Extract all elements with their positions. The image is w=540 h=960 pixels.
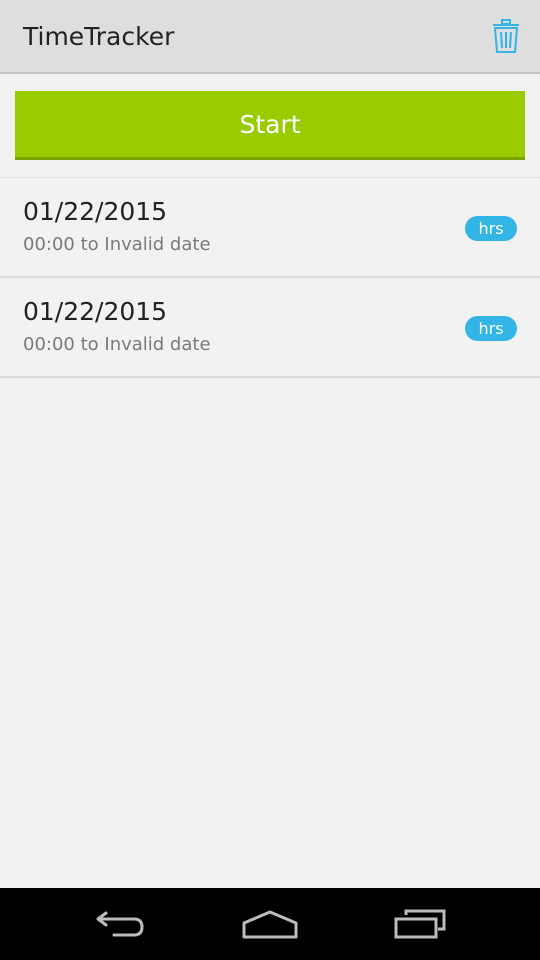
system-nav-bar bbox=[0, 888, 540, 960]
hours-badge: hrs bbox=[465, 316, 517, 341]
home-icon bbox=[242, 910, 298, 939]
list-item[interactable]: 01/22/2015 00:00 to Invalid date hrs bbox=[0, 178, 540, 278]
entry-date: 01/22/2015 bbox=[23, 197, 168, 226]
delete-all-button[interactable] bbox=[488, 16, 524, 56]
action-bar: TimeTracker bbox=[0, 0, 540, 74]
back-button[interactable] bbox=[84, 902, 156, 946]
home-button[interactable] bbox=[234, 902, 306, 946]
hours-badge: hrs bbox=[465, 216, 517, 241]
app-title: TimeTracker bbox=[23, 22, 175, 51]
entry-time-range: 00:00 to Invalid date bbox=[23, 234, 211, 255]
recents-icon bbox=[394, 909, 446, 939]
entry-date: 01/22/2015 bbox=[23, 297, 168, 326]
back-icon bbox=[96, 911, 144, 937]
recents-button[interactable] bbox=[384, 902, 456, 946]
time-entry-list: 01/22/2015 00:00 to Invalid date hrs 01/… bbox=[0, 177, 540, 378]
start-button[interactable]: Start bbox=[15, 91, 525, 160]
list-item[interactable]: 01/22/2015 00:00 to Invalid date hrs bbox=[0, 278, 540, 378]
trash-icon bbox=[493, 19, 519, 53]
entry-time-range: 00:00 to Invalid date bbox=[23, 334, 211, 355]
